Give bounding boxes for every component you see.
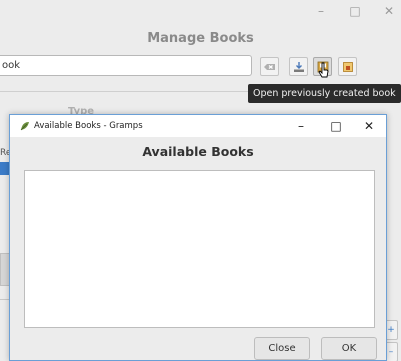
book-name-input[interactable]: ook <box>0 55 252 76</box>
dialog-maximize-button[interactable]: □ <box>327 117 345 135</box>
dialog-heading: Available Books <box>142 144 254 159</box>
dialog-titlebar: Available Books - Gramps – □ ✕ <box>10 115 386 137</box>
mouse-cursor-icon <box>318 62 329 78</box>
ok-button[interactable]: OK <box>321 337 377 360</box>
parent-window-title: Manage Books <box>147 31 254 46</box>
available-books-dialog: Available Books - Gramps – □ ✕ Available… <box>9 114 387 361</box>
clear-button[interactable] <box>260 57 279 76</box>
dialog-close-button[interactable]: ✕ <box>360 117 378 135</box>
edit-book-button[interactable] <box>338 57 357 76</box>
clear-icon <box>264 64 275 70</box>
edit-icon <box>343 62 353 72</box>
save-icon <box>294 62 304 72</box>
books-list[interactable] <box>24 170 375 328</box>
dialog-title: Available Books - Gramps <box>34 121 143 131</box>
open-book-tooltip: Open previously created book <box>248 84 401 103</box>
dialog-minimize-button[interactable]: – <box>292 117 310 135</box>
save-book-button[interactable] <box>289 57 308 76</box>
parent-titlebar: – □ ✕ <box>0 0 401 24</box>
parent-close-button[interactable]: ✕ <box>381 3 397 19</box>
gramps-app-icon <box>20 122 29 131</box>
parent-minimize-button[interactable]: – <box>313 3 329 19</box>
close-button[interactable]: Close <box>254 337 310 360</box>
parent-maximize-button[interactable]: □ <box>347 3 363 19</box>
